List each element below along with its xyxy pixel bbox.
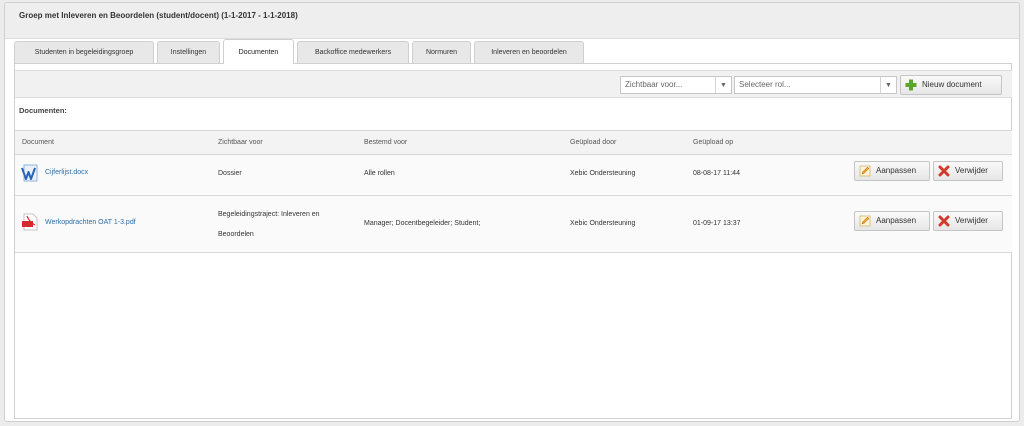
tab-documenten[interactable]: Documenten xyxy=(223,39,294,64)
pencil-icon xyxy=(859,215,871,227)
tab-normuren[interactable]: Normuren xyxy=(412,41,471,63)
delete-label: Verwijder xyxy=(955,216,988,225)
plus-icon xyxy=(905,79,917,91)
delete-button[interactable]: Verwijder xyxy=(933,161,1003,181)
edit-label: Aanpassen xyxy=(876,216,917,225)
document-link[interactable]: Cijferlijst.docx xyxy=(45,169,88,176)
tab-backoffice[interactable]: Backoffice medewerkers xyxy=(297,41,409,63)
visible-for-value: Beoordelen xyxy=(218,231,254,238)
edit-label: Aanpassen xyxy=(876,166,917,175)
column-header: Geüpload door xyxy=(570,139,617,146)
pdf-document-icon xyxy=(22,213,38,231)
intended-for-value: Manager; Docentbegeleider; Student; xyxy=(364,220,481,227)
column-header: Document xyxy=(22,139,54,146)
intended-for-value: Alle rollen xyxy=(364,170,395,177)
documents-toolbar: Zichtbaar voor... ▼ Selecteer rol... ▼ N… xyxy=(15,70,1012,98)
tab-instellingen[interactable]: Instellingen xyxy=(157,41,220,63)
role-select[interactable]: Selecteer rol... ▼ xyxy=(734,76,897,94)
column-header: Geüpload op xyxy=(693,139,734,146)
table-header: Document Zichtbaar voor Bestemd voor Geü… xyxy=(15,130,1012,155)
delete-button[interactable]: Verwijder xyxy=(933,211,1003,231)
uploaded-by-value: Xebic Ondersteuning xyxy=(570,170,636,177)
tab-studenten[interactable]: Studenten in begeleidingsgroep xyxy=(14,41,154,63)
delete-icon xyxy=(938,215,950,227)
column-header: Zichtbaar voor xyxy=(218,139,263,146)
delete-icon xyxy=(938,165,950,177)
panel-header: Groep met Inleveren en Beoordelen (stude… xyxy=(5,3,1019,39)
visible-for-value: Begeleidingstraject: Inleveren en xyxy=(218,211,320,218)
chevron-down-icon: ▼ xyxy=(715,77,731,93)
table-row: Cijferlijst.docx Dossier Alle rollen Xeb… xyxy=(15,155,1012,196)
pencil-icon xyxy=(859,165,871,177)
document-link[interactable]: Werkopdrachten OAT 1-3.pdf xyxy=(45,219,136,226)
documents-content: Zichtbaar voor... ▼ Selecteer rol... ▼ N… xyxy=(14,63,1012,419)
table-row: Werkopdrachten OAT 1-3.pdf Begeleidingst… xyxy=(15,196,1012,253)
chevron-down-icon: ▼ xyxy=(880,77,896,93)
role-placeholder: Selecteer rol... xyxy=(739,80,791,89)
section-label: Documenten: xyxy=(19,106,67,115)
new-document-button[interactable]: Nieuw document xyxy=(900,75,1002,95)
visible-for-select[interactable]: Zichtbaar voor... ▼ xyxy=(620,76,732,94)
group-panel: Groep met Inleveren en Beoordelen (stude… xyxy=(4,2,1020,422)
tab-inleveren[interactable]: Inleveren en beoordelen xyxy=(474,41,584,63)
visible-for-value: Dossier xyxy=(218,170,242,177)
edit-button[interactable]: Aanpassen xyxy=(854,211,930,231)
word-document-icon xyxy=(21,164,38,182)
visible-for-placeholder: Zichtbaar voor... xyxy=(625,80,683,89)
edit-button[interactable]: Aanpassen xyxy=(854,161,930,181)
uploaded-on-value: 01-09-17 13:37 xyxy=(693,220,741,227)
uploaded-on-value: 08-08-17 11:44 xyxy=(693,170,740,177)
new-document-label: Nieuw document xyxy=(922,80,982,89)
column-header: Bestemd voor xyxy=(364,139,408,146)
uploaded-by-value: Xebic Ondersteuning xyxy=(570,220,636,227)
tab-bar: Studenten in begeleidingsgroep Instellin… xyxy=(12,39,1016,64)
delete-label: Verwijder xyxy=(955,166,988,175)
page-title: Groep met Inleveren en Beoordelen (stude… xyxy=(19,11,298,20)
